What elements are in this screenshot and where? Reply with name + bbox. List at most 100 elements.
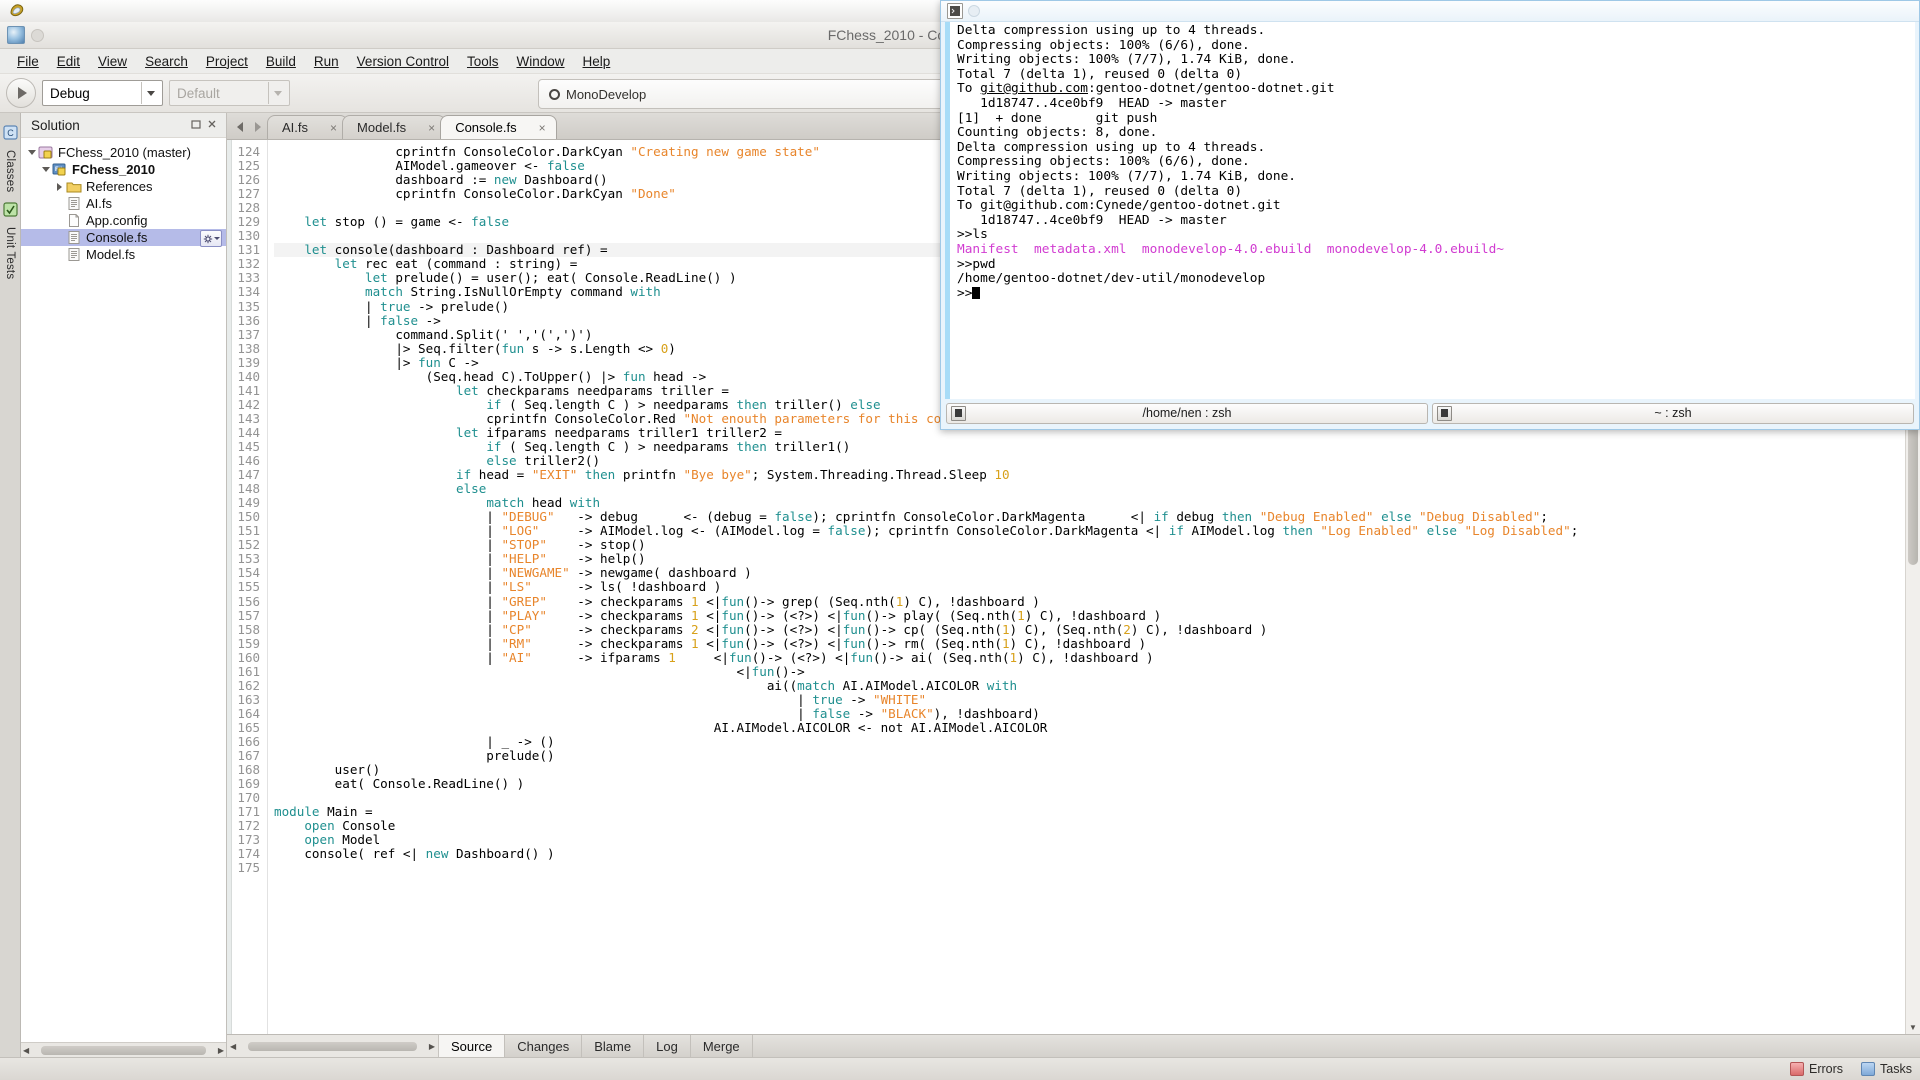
- tab-model-fs[interactable]: Model.fs ×: [342, 115, 446, 139]
- tree-item-fchess-2010[interactable]: F#FChess_2010: [21, 161, 226, 178]
- scrollbar-thumb[interactable]: [41, 1046, 206, 1055]
- tree-item-app-config[interactable]: App.config: [21, 212, 226, 229]
- tab-console-fs[interactable]: Console.fs ×: [440, 115, 556, 139]
- menu-help[interactable]: Help: [574, 52, 620, 71]
- menu-window[interactable]: Window: [508, 52, 574, 71]
- chevron-down-icon[interactable]: [141, 82, 160, 104]
- code-line[interactable]: console( ref <| new Dashboard() ): [274, 847, 1905, 861]
- menu-view[interactable]: View: [89, 52, 136, 71]
- terminal-output[interactable]: Delta compression using up to 4 threads.…: [945, 22, 1915, 399]
- status-tasks[interactable]: Tasks: [1861, 1062, 1912, 1076]
- solution-pad-title: Solution: [31, 118, 188, 133]
- code-line[interactable]: module Main =: [274, 805, 1905, 819]
- code-line[interactable]: <|fun()->: [274, 665, 1905, 679]
- code-line[interactable]: open Console: [274, 819, 1905, 833]
- code-line[interactable]: [274, 861, 1905, 875]
- run-button[interactable]: [6, 78, 36, 108]
- code-line[interactable]: ai((match AI.AIModel.AICOLOR with: [274, 679, 1905, 693]
- minimize-pad-icon[interactable]: [190, 118, 204, 132]
- scroll-right-icon[interactable]: ▶: [218, 1046, 224, 1055]
- solution-pad-hscrollbar[interactable]: ◀ ▶: [21, 1042, 226, 1057]
- tab-ai-fs[interactable]: AI.fs ×: [267, 115, 348, 139]
- tab-next-button[interactable]: [249, 115, 267, 139]
- menu-file[interactable]: File: [8, 52, 48, 71]
- terminal-titlebar-dot: [968, 5, 980, 17]
- menu-build[interactable]: Build: [257, 52, 305, 71]
- close-icon[interactable]: ×: [428, 121, 435, 135]
- chevron-down-icon[interactable]: [39, 167, 52, 172]
- scroll-right-icon[interactable]: ▶: [429, 1042, 435, 1051]
- terminal-window[interactable]: Delta compression using up to 4 threads.…: [940, 0, 1920, 430]
- chevron-down-icon[interactable]: [25, 150, 38, 155]
- code-line[interactable]: | "NEWGAME" -> newgame( dashboard ): [274, 566, 1905, 580]
- code-line[interactable]: | "RM" -> checkparams 1 <|fun()-> (<?>) …: [274, 637, 1905, 651]
- code-line[interactable]: | _ -> (): [274, 735, 1905, 749]
- bottom-tab-changes[interactable]: Changes: [505, 1035, 582, 1057]
- code-line[interactable]: else triller2(): [274, 454, 1905, 468]
- tree-item-console-fs[interactable]: Console.fs: [21, 229, 226, 246]
- gear-icon[interactable]: [200, 230, 222, 247]
- bottom-tab-source[interactable]: Source: [439, 1035, 505, 1057]
- line-number: 167: [232, 749, 260, 763]
- code-line[interactable]: | "AI" -> ifparams 1 <|fun()-> (<?>) <|f…: [274, 651, 1905, 665]
- code-line[interactable]: | "GREP" -> checkparams 1 <|fun()-> grep…: [274, 595, 1905, 609]
- code-line[interactable]: | "CP" -> checkparams 2 <|fun()-> (<?>) …: [274, 623, 1905, 637]
- chevron-right-icon[interactable]: [53, 183, 66, 191]
- code-line[interactable]: | true -> "WHITE": [274, 693, 1905, 707]
- bottom-tab-blame[interactable]: Blame: [582, 1035, 644, 1057]
- code-line[interactable]: open Model: [274, 833, 1905, 847]
- code-line[interactable]: | "LOG" -> AIModel.log <- (AIModel.log =…: [274, 524, 1905, 538]
- tree-item-references[interactable]: References: [21, 178, 226, 195]
- code-line[interactable]: AI.AIModel.AICOLOR <- not AI.AIModel.AIC…: [274, 721, 1905, 735]
- code-line[interactable]: | "STOP" -> stop(): [274, 538, 1905, 552]
- code-line[interactable]: if head = "EXIT" then printfn "Bye bye";…: [274, 468, 1905, 482]
- tab-prev-button[interactable]: [231, 115, 249, 139]
- code-line[interactable]: user(): [274, 763, 1905, 777]
- code-line[interactable]: | "LS" -> ls( !dashboard ): [274, 580, 1905, 594]
- menu-version-control[interactable]: Version Control: [348, 52, 458, 71]
- configuration-combo[interactable]: Debug: [42, 80, 163, 106]
- solution-tree[interactable]: FChess_2010 (master)F#FChess_2010Referen…: [21, 138, 226, 1042]
- menu-tools[interactable]: Tools: [458, 52, 508, 71]
- terminal-tab-home[interactable]: ~ : zsh: [1432, 403, 1914, 424]
- runtime-combo[interactable]: Default: [169, 80, 290, 106]
- menu-view-label: View: [98, 54, 127, 69]
- code-line[interactable]: if ( Seq.length C ) > needparams then tr…: [274, 440, 1905, 454]
- scroll-down-icon[interactable]: ▼: [1909, 1023, 1917, 1032]
- unit-tests-icon[interactable]: [3, 196, 18, 220]
- code-line[interactable]: | "PLAY" -> checkparams 1 <|fun()-> (<?>…: [274, 609, 1905, 623]
- tree-item-ai-fs[interactable]: AI.fs: [21, 195, 226, 212]
- classes-icon[interactable]: C: [3, 119, 18, 143]
- close-icon[interactable]: ×: [539, 121, 546, 135]
- close-pad-icon[interactable]: [206, 118, 220, 132]
- code-line[interactable]: [274, 791, 1905, 805]
- scroll-left-icon[interactable]: ◀: [230, 1042, 236, 1051]
- menu-run[interactable]: Run: [305, 52, 348, 71]
- code-line[interactable]: | "DEBUG" -> debug <- (debug = false); c…: [274, 510, 1905, 524]
- tasks-icon: [1861, 1062, 1875, 1076]
- tree-item-model-fs[interactable]: Model.fs: [21, 246, 226, 263]
- scrollbar-thumb[interactable]: [248, 1042, 417, 1051]
- close-icon[interactable]: ×: [330, 121, 337, 135]
- code-line[interactable]: | false -> "BLACK"), !dashboard): [274, 707, 1905, 721]
- status-errors[interactable]: Errors: [1790, 1062, 1843, 1076]
- chevron-down-icon[interactable]: [268, 82, 287, 104]
- menu-edit[interactable]: Edit: [48, 52, 89, 71]
- code-line[interactable]: else: [274, 482, 1905, 496]
- code-line[interactable]: eat( Console.ReadLine() ): [274, 777, 1905, 791]
- menu-project[interactable]: Project: [197, 52, 257, 71]
- tree-item-fchess-2010-master[interactable]: FChess_2010 (master): [21, 144, 226, 161]
- bottom-tab-log[interactable]: Log: [644, 1035, 691, 1057]
- rail-label-unit-tests[interactable]: Unit Tests: [4, 227, 16, 279]
- gentoo-logo-icon[interactable]: [4, 1, 30, 21]
- line-number: 133: [232, 271, 260, 285]
- code-line[interactable]: match head with: [274, 496, 1905, 510]
- code-line[interactable]: | "HELP" -> help(): [274, 552, 1905, 566]
- code-line[interactable]: prelude(): [274, 749, 1905, 763]
- menu-search[interactable]: Search: [136, 52, 197, 71]
- scroll-left-icon[interactable]: ◀: [23, 1046, 29, 1055]
- bottom-tab-merge[interactable]: Merge: [691, 1035, 753, 1057]
- terminal-tab-home-nen[interactable]: /home/nen : zsh: [946, 403, 1428, 424]
- rail-label-classes[interactable]: Classes: [4, 150, 16, 192]
- editor-hscrollbar[interactable]: ◀ ▶: [227, 1035, 439, 1057]
